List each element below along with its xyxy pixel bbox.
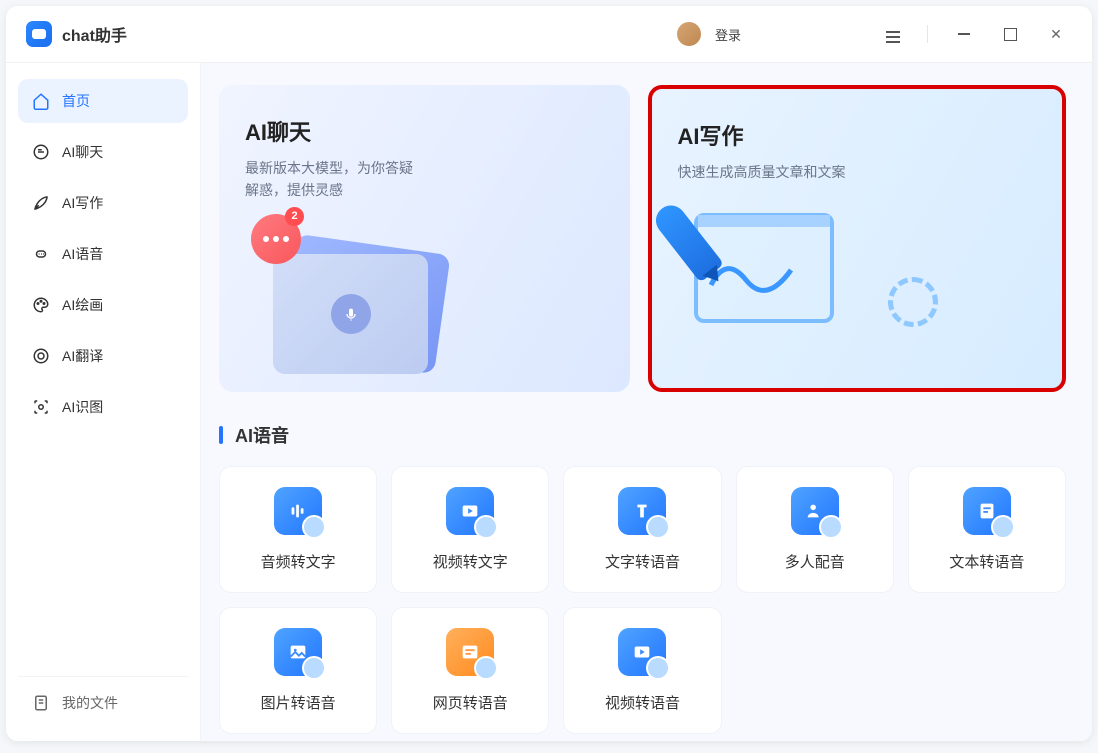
feather-icon xyxy=(32,194,50,212)
titlebar-right: 登录 xyxy=(677,20,1072,48)
audio-text-icon xyxy=(274,487,322,535)
text-speech-icon xyxy=(618,487,666,535)
hero-desc: 最新版本大模型，为你答疑解惑，提供灵感 xyxy=(245,157,425,202)
hero-ai-write[interactable]: AI写作 快速生成高质量文章和文案 xyxy=(648,85,1067,392)
web-to-voice-card[interactable]: 网页转语音 xyxy=(391,607,549,734)
video-to-voice-card[interactable]: 视频转语音 xyxy=(563,607,721,734)
nav-label: AI翻译 xyxy=(62,346,103,366)
video-to-text-card[interactable]: 视频转文字 xyxy=(391,466,549,593)
section-bar-icon xyxy=(219,426,223,444)
sidebar: 首页 AI聊天 AI写作 AI语音 AI绘画 AI翻译 xyxy=(6,63,201,741)
hero-chat-art: 2 xyxy=(243,214,463,374)
image-to-voice-card[interactable]: 图片转语音 xyxy=(219,607,377,734)
section-header: AI语音 xyxy=(219,422,1066,448)
doc-voice-icon xyxy=(963,487,1011,535)
feat-label: 音频转文字 xyxy=(261,551,336,572)
hero-desc: 快速生成高质量文章和文案 xyxy=(678,161,858,183)
voice-icon xyxy=(32,245,50,263)
badge-count: 2 xyxy=(285,207,304,226)
file-icon xyxy=(32,694,50,712)
body-area: 首页 AI聊天 AI写作 AI语音 AI绘画 AI翻译 xyxy=(6,63,1092,741)
web-voice-icon xyxy=(446,628,494,676)
maximize-button[interactable] xyxy=(994,22,1026,46)
chat-icon xyxy=(32,143,50,161)
voice-section: AI语音 音频转文字 视频转文字 文字转语音 xyxy=(219,422,1066,734)
feat-label: 图片转语音 xyxy=(261,692,336,713)
image-voice-icon xyxy=(274,628,322,676)
nav-label: 首页 xyxy=(62,91,90,111)
hamburger-menu-button[interactable] xyxy=(879,20,907,48)
titlebar: chat助手 登录 xyxy=(6,6,1092,63)
nav-label: AI语音 xyxy=(62,244,103,264)
app-logo-icon xyxy=(26,21,52,47)
nav-home[interactable]: 首页 xyxy=(18,79,188,123)
section-title: AI语音 xyxy=(235,422,289,448)
nav-chat[interactable]: AI聊天 xyxy=(18,130,188,174)
people-voice-icon xyxy=(791,487,839,535)
scan-icon xyxy=(32,398,50,416)
titlebar-divider xyxy=(927,25,928,43)
nav-write[interactable]: AI写作 xyxy=(18,181,188,225)
hero-write-art xyxy=(676,195,896,355)
feat-label: 视频转文字 xyxy=(433,551,508,572)
nav-label: AI绘画 xyxy=(62,295,103,315)
close-button[interactable] xyxy=(1040,22,1072,46)
text-to-voice-card[interactable]: 文本转语音 xyxy=(908,466,1066,593)
hero-title: AI聊天 xyxy=(245,115,604,147)
login-link[interactable]: 登录 xyxy=(715,25,741,44)
hamburger-icon xyxy=(886,25,900,43)
titlebar-left: chat助手 xyxy=(26,21,127,47)
feat-label: 网页转语音 xyxy=(433,692,508,713)
audio-to-text-card[interactable]: 音频转文字 xyxy=(219,466,377,593)
feat-label: 文字转语音 xyxy=(605,551,680,572)
translate-icon xyxy=(32,347,50,365)
nav-label: AI聊天 xyxy=(62,142,103,162)
nav-label: AI写作 xyxy=(62,193,103,213)
home-icon xyxy=(32,92,50,110)
multi-voice-card[interactable]: 多人配音 xyxy=(736,466,894,593)
video-voice-icon xyxy=(618,628,666,676)
hero-ai-chat[interactable]: AI聊天 最新版本大模型，为你答疑解惑，提供灵感 2 xyxy=(219,85,630,392)
nav-label: AI识图 xyxy=(62,397,103,417)
nav-voice[interactable]: AI语音 xyxy=(18,232,188,276)
minimize-button[interactable] xyxy=(948,22,980,46)
hero-row: AI聊天 最新版本大模型，为你答疑解惑，提供灵感 2 AI写作 快速生成高质量文… xyxy=(219,85,1066,392)
hero-title: AI写作 xyxy=(678,119,1037,151)
notification-bubble-icon: 2 xyxy=(251,214,301,264)
nav-paint[interactable]: AI绘画 xyxy=(18,283,188,327)
mic-icon xyxy=(331,294,371,334)
feat-label: 文本转语音 xyxy=(949,551,1024,572)
voice-grid: 音频转文字 视频转文字 文字转语音 多人配音 xyxy=(219,466,1066,734)
app-window: chat助手 登录 首页 AI聊天 AI写作 xyxy=(6,6,1092,741)
palette-icon xyxy=(32,296,50,314)
main-content: AI聊天 最新版本大模型，为你答疑解惑，提供灵感 2 AI写作 快速生成高质量文… xyxy=(201,63,1092,741)
my-files-link[interactable]: 我的文件 xyxy=(18,676,188,725)
refresh-ring-icon xyxy=(888,277,938,327)
feat-label: 多人配音 xyxy=(785,551,845,572)
avatar-icon[interactable] xyxy=(677,22,701,46)
nav-translate[interactable]: AI翻译 xyxy=(18,334,188,378)
video-text-icon xyxy=(446,487,494,535)
nav-vision[interactable]: AI识图 xyxy=(18,385,188,429)
feat-label: 视频转语音 xyxy=(605,692,680,713)
app-title: chat助手 xyxy=(62,22,127,46)
footer-label: 我的文件 xyxy=(62,693,118,713)
text-to-speech-card[interactable]: 文字转语音 xyxy=(563,466,721,593)
